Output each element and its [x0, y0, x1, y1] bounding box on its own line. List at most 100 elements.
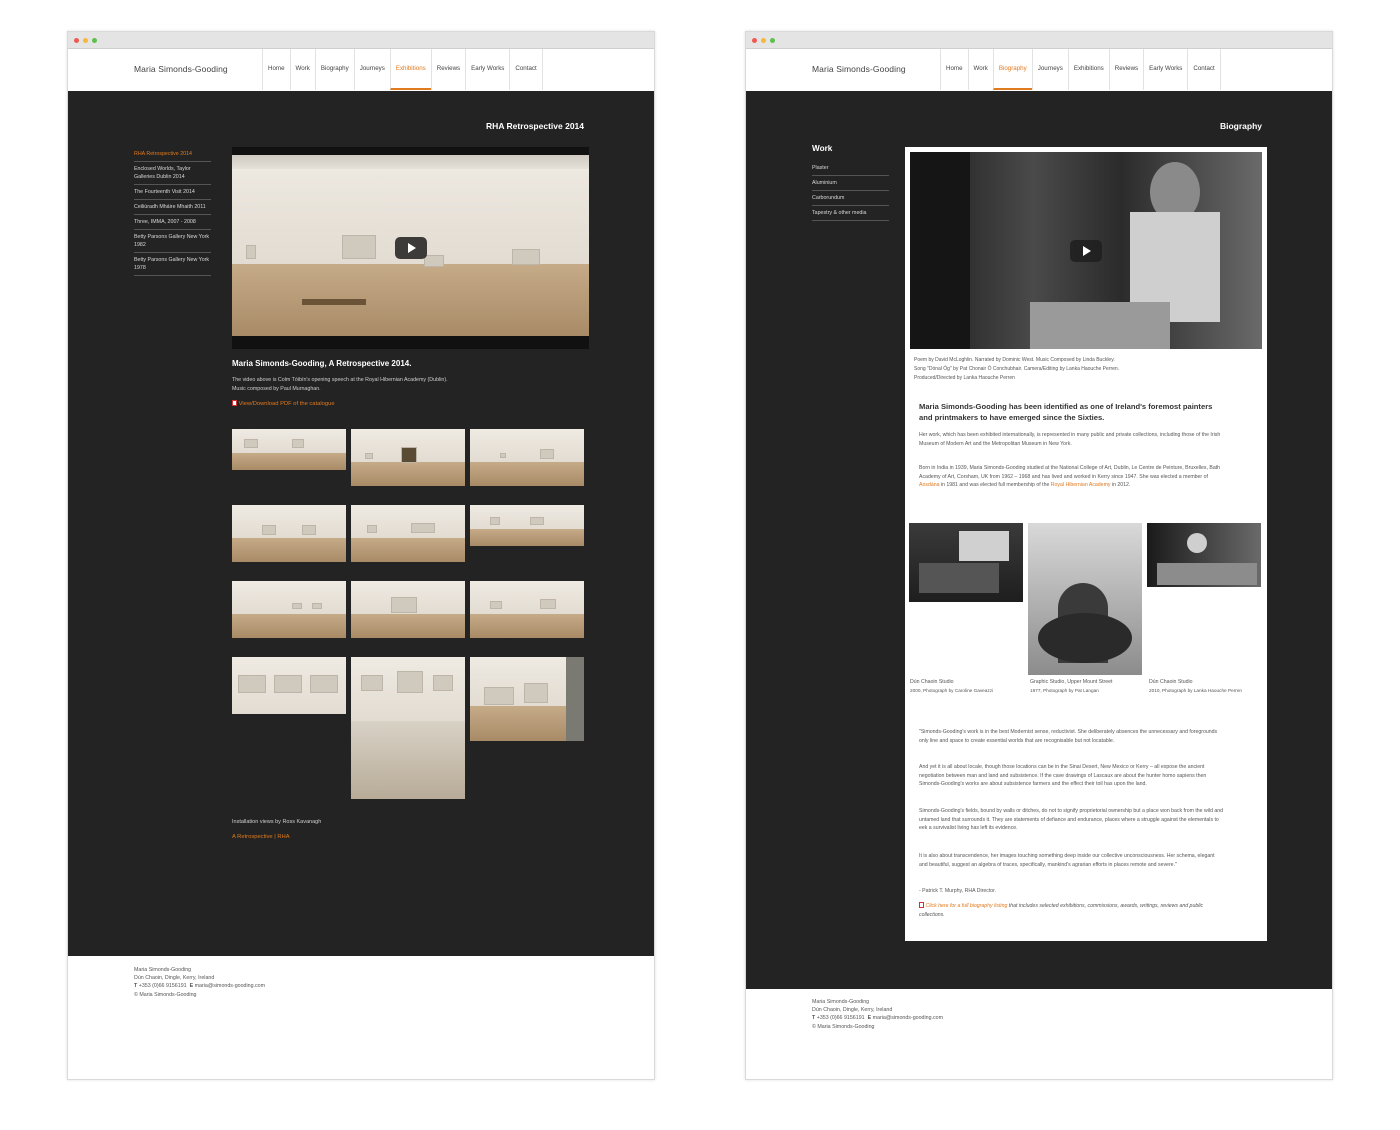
full-biography-link[interactable]: Click here for a full biography listing	[925, 903, 1007, 909]
credit-line: Produced/Directed by Lanka Haouche Perre…	[914, 375, 1015, 381]
gallery-thumbnail[interactable]	[470, 429, 584, 486]
subnav-item-tapestry[interactable]: Tapestry & other media	[812, 206, 889, 221]
play-icon[interactable]	[394, 237, 427, 259]
subnav-item-plaster[interactable]: Plaster	[812, 161, 889, 176]
nav-home[interactable]: Home	[940, 49, 968, 90]
rha-link[interactable]: A Retrospective | RHA	[232, 834, 290, 840]
nav-early-works[interactable]: Early Works	[1143, 49, 1187, 90]
gallery-thumbnail[interactable]	[351, 581, 465, 638]
gallery-thumbnail[interactable]	[351, 505, 465, 562]
work-subnav-title: Work	[812, 144, 833, 153]
email-label: E	[867, 1015, 872, 1022]
site-footer: Maria Simonds-Gooding Dún Chaoin, Dingle…	[134, 966, 265, 999]
nav-contact[interactable]: Contact	[509, 49, 543, 90]
subnav-item[interactable]: Ceiliúradh Mháire Mhaith 2011	[134, 200, 211, 215]
nav-home[interactable]: Home	[262, 49, 290, 90]
footer-contact: T +353 (0)66 9156191 E maria@simonds-goo…	[134, 982, 265, 990]
retrospective-video[interactable]	[232, 147, 589, 349]
site-title[interactable]: Maria Simonds-Gooding	[812, 64, 906, 74]
bio-text: in 1981 and was elected full membership …	[939, 482, 1051, 489]
gallery-thumbnail[interactable]	[351, 657, 465, 799]
pdf-icon	[232, 400, 237, 406]
caption-sub: 2010, Photograph by Lanka Haouche Perren	[1149, 687, 1243, 693]
main-content: RHA Retrospective 2014 RHA Retrospective…	[68, 91, 654, 956]
footer-phone[interactable]: +353 (0)66 9156191	[139, 983, 187, 989]
gallery-thumbnail[interactable]	[470, 581, 584, 638]
nav-early-works[interactable]: Early Works	[465, 49, 509, 90]
photo-caption: Graphic Studio, Upper Mount Street 1977, …	[1030, 679, 1112, 694]
minimize-window-button[interactable]	[761, 38, 766, 43]
browser-chrome	[746, 32, 1332, 49]
site-header: Maria Simonds-Gooding Home Work Biograph…	[68, 49, 654, 90]
photo-caption: Dún Chaoin Studio 2000, Photograph by Car…	[910, 679, 993, 694]
subnav-item-carborundum[interactable]: Carborundum	[812, 191, 889, 206]
gallery-thumbnail[interactable]	[232, 581, 346, 638]
footer-email[interactable]: maria@simonds-gooding.com	[195, 983, 265, 989]
nav-reviews[interactable]: Reviews	[1108, 49, 1143, 90]
nav-exhibitions[interactable]: Exhibitions	[1067, 49, 1109, 90]
subnav-item-aluminium[interactable]: Aluminium	[812, 176, 889, 191]
gallery-thumbnail[interactable]	[351, 429, 465, 486]
video-title: Maria Simonds-Gooding, A Retrospective 2…	[232, 359, 412, 368]
maximize-window-button[interactable]	[770, 38, 775, 43]
close-window-button[interactable]	[752, 38, 757, 43]
credit-line: Poem by David McLoghlin. Narrated by Dom…	[914, 357, 1115, 363]
video-desc-line: The video above is Colm Tóibín's opening…	[232, 377, 448, 383]
phone-label: T	[134, 983, 138, 990]
nav-journeys[interactable]: Journeys	[353, 49, 390, 90]
nav-biography[interactable]: Biography	[992, 49, 1032, 90]
email-label: E	[189, 983, 194, 990]
gallery-thumbnail[interactable]	[470, 657, 584, 741]
maximize-window-button[interactable]	[92, 38, 97, 43]
minimize-window-button[interactable]	[83, 38, 88, 43]
studio-photo[interactable]	[909, 523, 1023, 602]
studio-photo[interactable]	[1147, 523, 1261, 587]
subnav-item[interactable]: Enclosed Worlds, Taylor Galleries Dublin…	[134, 162, 211, 185]
subnav-item[interactable]: The Fourteenth Visit 2014	[134, 185, 211, 200]
browser-chrome	[68, 32, 654, 49]
nav-contact[interactable]: Contact	[1187, 49, 1221, 90]
gallery-thumbnail[interactable]	[470, 505, 584, 546]
footer-name: Maria Simonds-Gooding	[812, 999, 870, 1005]
play-icon[interactable]	[1070, 239, 1102, 262]
subnav-item[interactable]: Three, IMMA, 2007 - 2008	[134, 215, 211, 230]
quote-paragraph: And yet it is all about locale, though t…	[919, 764, 1207, 788]
main-nav: Home Work Biography Journeys Exhibitions…	[262, 49, 543, 90]
video-desc-line: Music composed by Paul Murnaghan.	[232, 385, 321, 392]
subnav-item[interactable]: Betty Parsons Gallery New York 1982	[134, 230, 211, 253]
gallery-thumbnail[interactable]	[232, 657, 346, 714]
nav-journeys[interactable]: Journeys	[1031, 49, 1068, 90]
quote-paragraph: Simonds-Gooding's fields, bound by walls…	[919, 808, 1224, 832]
phone-label: T	[812, 1015, 816, 1022]
footer-name: Maria Simonds-Gooding	[134, 967, 192, 973]
quote-author: - Patrick T. Murphy, RHA Director.	[919, 888, 997, 894]
work-subnav: Plaster Aluminium Carborundum Tapestry &…	[812, 161, 889, 221]
pdf-link-label: View/Download PDF of the catalogue	[238, 401, 335, 407]
caption-title: Dún Chaoin Studio	[910, 679, 954, 685]
nav-biography[interactable]: Biography	[314, 49, 354, 90]
nav-work[interactable]: Work	[967, 49, 993, 90]
site-title[interactable]: Maria Simonds-Gooding	[134, 64, 228, 74]
nav-work[interactable]: Work	[289, 49, 315, 90]
footer-phone[interactable]: +353 (0)66 9156191	[817, 1015, 865, 1021]
close-window-button[interactable]	[74, 38, 79, 43]
nav-reviews[interactable]: Reviews	[430, 49, 465, 90]
pdf-link[interactable]: View/Download PDF of the catalogue	[232, 400, 335, 407]
subnav-item[interactable]: RHA Retrospective 2014	[134, 147, 211, 162]
gallery-thumbnail[interactable]	[232, 505, 346, 562]
biography-video[interactable]	[910, 152, 1262, 349]
gallery-thumbnail[interactable]	[232, 429, 346, 470]
pdf-icon	[919, 902, 924, 908]
bio-paragraph: Born in India in 1939, Maria Simonds-Goo…	[919, 464, 1224, 490]
biography-window: Maria Simonds-Gooding Home Work Biograph…	[745, 31, 1333, 1080]
subnav-item[interactable]: Betty Parsons Gallery New York 1978	[134, 253, 211, 276]
page-title: Biography	[1219, 121, 1262, 131]
installation-credit: Installation views by Ross Kavanagh	[232, 819, 322, 825]
studio-photo[interactable]	[1028, 523, 1142, 675]
rha-link[interactable]: Royal Hibernian Academy	[1051, 482, 1111, 488]
footer-contact: T +353 (0)66 9156191 E maria@simonds-goo…	[812, 1014, 943, 1022]
footer-email[interactable]: maria@simonds-gooding.com	[873, 1015, 943, 1021]
nav-exhibitions[interactable]: Exhibitions	[389, 49, 431, 90]
aosdana-link[interactable]: Aosdána	[919, 482, 939, 488]
bio-lead: Maria Simonds-Gooding has been identifie…	[919, 402, 1213, 422]
